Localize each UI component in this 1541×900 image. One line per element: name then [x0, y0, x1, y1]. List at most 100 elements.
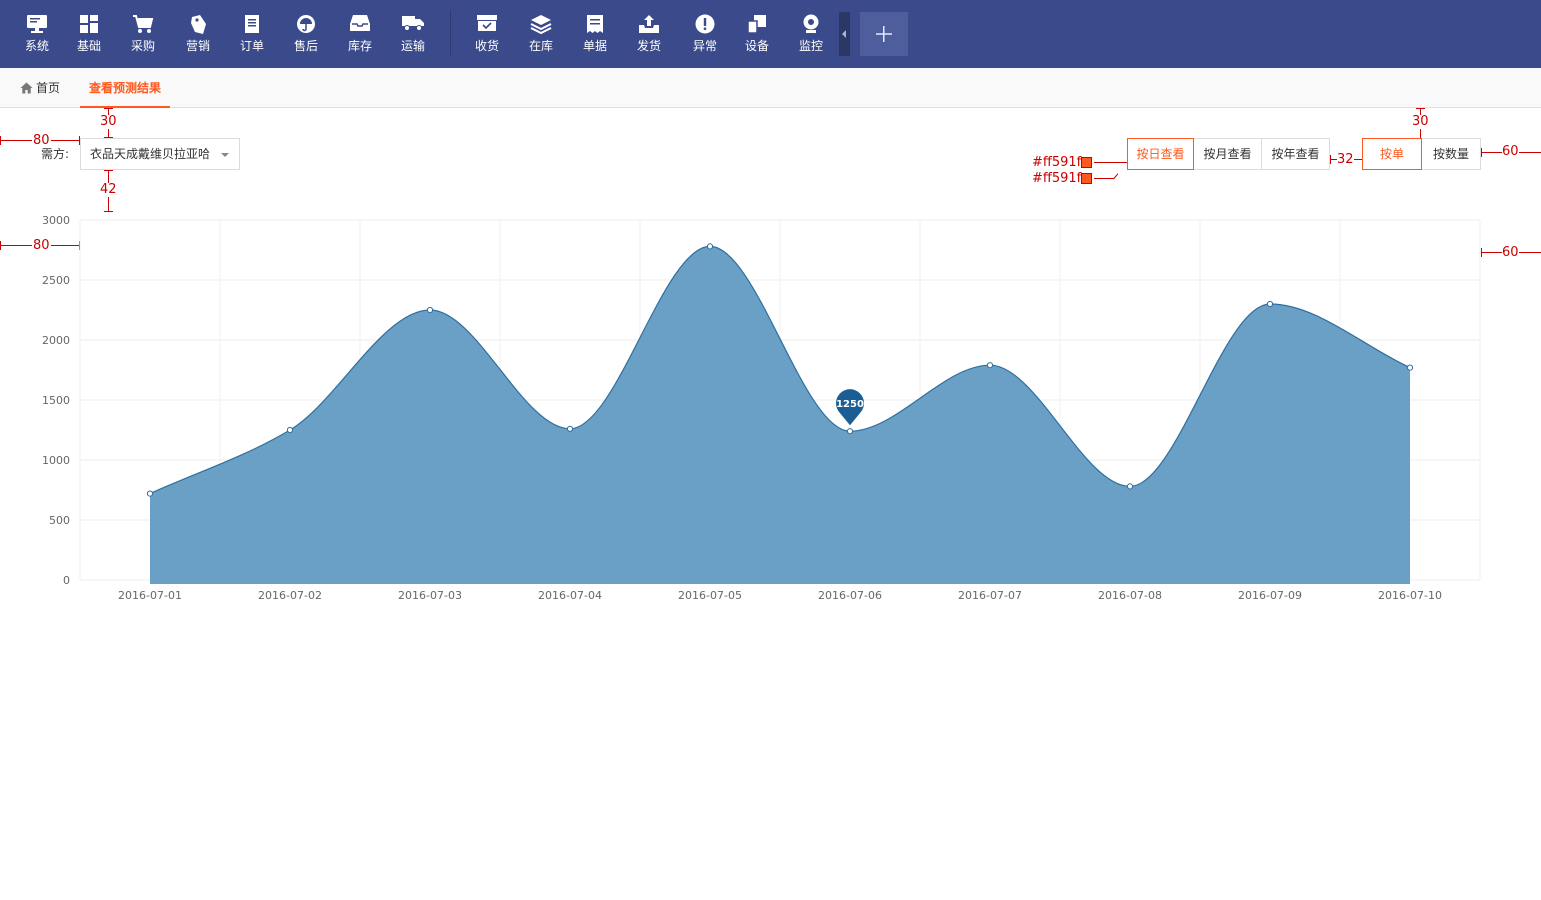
- annotation-line: [104, 108, 113, 109]
- nav-item-label: 基础: [76, 39, 101, 53]
- x-tick-label: 2016-07-06: [818, 589, 882, 602]
- x-tick-label: 2016-07-04: [538, 589, 602, 602]
- upload-tray-icon: [639, 15, 659, 33]
- umbrella-icon: [297, 15, 315, 33]
- chart-marker: 1250: [836, 389, 865, 426]
- tab-forecast-result[interactable]: 查看预测结果: [80, 68, 170, 108]
- marker-label: 1250: [836, 399, 864, 410]
- x-tick-label: 2016-07-08: [1098, 589, 1162, 602]
- layers-icon: [530, 15, 552, 34]
- inbox-icon: [350, 15, 370, 31]
- data-point: [986, 362, 994, 369]
- receive-box-icon: [477, 15, 497, 31]
- nav-item-system[interactable]: 系统: [12, 0, 62, 68]
- x-tick-label: 2016-07-07: [958, 589, 1022, 602]
- annotation-line: [1481, 148, 1482, 157]
- tag-icon: [191, 15, 206, 34]
- receipt-icon: [587, 15, 603, 33]
- x-axis-ticks: 2016-07-01 2016-07-02 2016-07-03 2016-07-04…: [118, 589, 1442, 602]
- nav-item-receiving[interactable]: 收货: [462, 0, 512, 68]
- truck-icon: [402, 16, 424, 31]
- annotation-line: [0, 136, 1, 145]
- view-by-month-button[interactable]: 按月查看: [1193, 138, 1262, 170]
- annotation-line: [1113, 173, 1119, 180]
- y-tick-label: 500: [49, 514, 70, 527]
- top-navigation-bar: 系统 基础 采购 营销 订单 售后 库存 运输 收货 在库 单据 发货 异常 设…: [0, 0, 1541, 68]
- nav-item-label: 订单: [239, 39, 264, 53]
- annotation-line: [1094, 178, 1114, 179]
- by-order-button[interactable]: 按单: [1362, 138, 1422, 170]
- annotation-swatch: [1081, 157, 1092, 168]
- data-point: [1406, 364, 1414, 371]
- data-point: [146, 490, 154, 497]
- demand-select-value: 衣品天成戴维贝拉亚哈: [90, 147, 211, 161]
- annotation-spacing-top: 30: [100, 114, 117, 129]
- nav-item-shipping[interactable]: 发货: [624, 0, 674, 68]
- annotation-line: [104, 170, 113, 171]
- x-tick-label: 2016-07-05: [678, 589, 742, 602]
- annotation-spacing-top-right: 30: [1412, 114, 1429, 129]
- cart-icon: [133, 15, 154, 33]
- nav-item-exception[interactable]: 异常: [680, 0, 730, 68]
- by-quantity-button[interactable]: 按数量: [1421, 138, 1481, 170]
- annotation-spacing-left-1: 80: [32, 133, 51, 148]
- nav-item-label: 运输: [400, 39, 425, 53]
- y-axis-ticks: 0 500 1000 1500 2000 2500 3000: [42, 214, 70, 587]
- monitor-icon: [27, 15, 47, 33]
- y-tick-label: 2500: [42, 274, 70, 287]
- nav-item-marketing[interactable]: 营销: [173, 0, 223, 68]
- x-tick-label: 2016-07-10: [1378, 589, 1442, 602]
- alert-icon: [695, 14, 715, 34]
- data-point: [426, 306, 434, 314]
- nav-collapse-toggle[interactable]: [839, 12, 850, 56]
- nav-item-inventory[interactable]: 库存: [335, 0, 385, 68]
- nav-item-label: 采购: [130, 39, 155, 53]
- nav-item-documents[interactable]: 单据: [570, 0, 620, 68]
- annotation-line: [104, 137, 113, 138]
- devices-icon: [747, 15, 766, 34]
- nav-item-order[interactable]: 订单: [227, 0, 277, 68]
- data-point: [846, 428, 854, 435]
- nav-item-label: 监控: [798, 39, 823, 53]
- y-tick-label: 2000: [42, 334, 70, 347]
- nav-divider: [450, 10, 451, 56]
- x-tick-label: 2016-07-02: [258, 589, 322, 602]
- tab-bar: 首页 查看预测结果: [0, 68, 1541, 108]
- annotation-color-2: #ff591f: [1032, 171, 1082, 186]
- forecast-area-chart: 050010001500200025003000 2016-07-01 2016-…: [42, 214, 1481, 602]
- y-tick-label: 1500: [42, 394, 70, 407]
- annotation-line: [79, 136, 80, 145]
- data-point: [706, 243, 714, 250]
- home-icon: [20, 82, 33, 94]
- nav-item-label: 发货: [636, 39, 661, 53]
- nav-item-label: 售后: [293, 39, 318, 53]
- nav-item-label: 设备: [744, 39, 769, 53]
- data-point: [566, 425, 574, 432]
- demand-select[interactable]: 衣品天成戴维贝拉亚哈: [80, 138, 240, 170]
- nav-item-equipment[interactable]: 设备: [732, 0, 782, 68]
- nav-item-label: 在库: [528, 39, 553, 53]
- nav-item-basic[interactable]: 基础: [64, 0, 114, 68]
- nav-item-label: 异常: [692, 39, 717, 53]
- nav-item-purchase[interactable]: 采购: [118, 0, 168, 68]
- chevron-down-icon: [221, 153, 229, 157]
- tab-home-label: 首页: [36, 81, 61, 95]
- nav-item-transport[interactable]: 运输: [388, 0, 438, 68]
- nav-add-button[interactable]: [860, 12, 908, 56]
- view-by-year-button[interactable]: 按年查看: [1261, 138, 1330, 170]
- nav-item-in-stock[interactable]: 在库: [516, 0, 566, 68]
- view-by-day-button[interactable]: 按日查看: [1127, 138, 1194, 170]
- nav-item-aftersale[interactable]: 售后: [281, 0, 331, 68]
- annotation-line: [1416, 108, 1425, 109]
- y-tick-label: 0: [63, 574, 70, 587]
- nav-item-label: 系统: [24, 39, 49, 53]
- nav-item-label: 营销: [185, 39, 210, 53]
- webcam-icon: [803, 14, 819, 33]
- nav-item-monitor[interactable]: 监控: [786, 0, 836, 68]
- annotation-color-1: #ff591f: [1032, 155, 1082, 170]
- x-tick-label: 2016-07-09: [1238, 589, 1302, 602]
- nav-item-label: 库存: [347, 39, 372, 53]
- plus-icon: [876, 26, 892, 42]
- data-point: [286, 426, 294, 434]
- y-tick-label: 3000: [42, 214, 70, 227]
